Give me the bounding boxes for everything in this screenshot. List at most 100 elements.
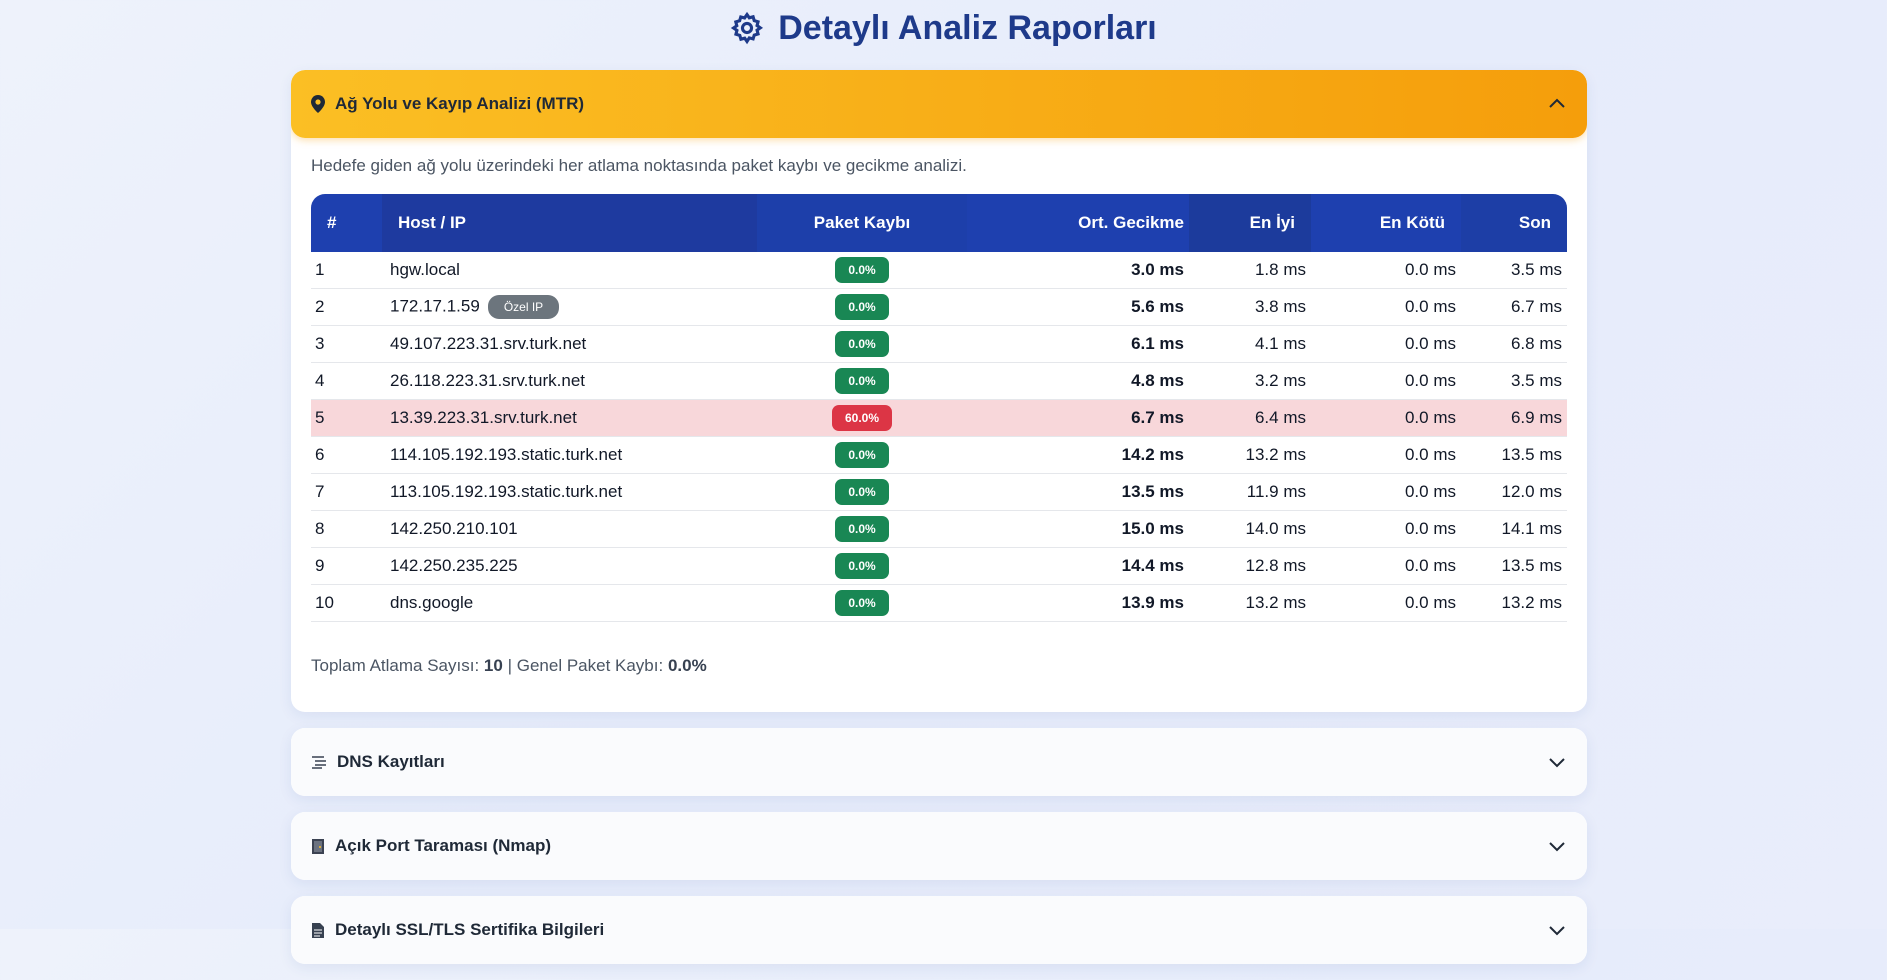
- loss-badge: 0.0%: [835, 368, 889, 394]
- hop-number: 2: [311, 289, 382, 326]
- nmap-panel-title: Açık Port Taraması (Nmap): [335, 836, 552, 855]
- hop-host: 49.107.223.31.srv.turk.net: [382, 326, 757, 363]
- column-header-worst: En Kötü: [1311, 194, 1461, 252]
- hop-last: 3.5 ms: [1461, 363, 1567, 400]
- hop-number: 1: [311, 252, 382, 289]
- hop-number: 9: [311, 548, 382, 585]
- hop-last: 3.5 ms: [1461, 252, 1567, 289]
- hop-avg: 3.0 ms: [967, 252, 1189, 289]
- loss-label: Genel Paket Kaybı:: [516, 656, 664, 675]
- ssl-panel: Detaylı SSL/TLS Sertifika Bilgileri: [291, 896, 1587, 964]
- column-header-best: En İyi: [1189, 194, 1311, 252]
- hop-avg: 6.7 ms: [967, 400, 1189, 437]
- hop-worst: 0.0 ms: [1311, 511, 1461, 548]
- page-title: Detaylı Analiz Raporları: [0, 6, 1887, 50]
- loss-badge: 0.0%: [835, 257, 889, 283]
- document-icon: [312, 922, 324, 938]
- dns-panel-header[interactable]: DNS Kayıtları: [291, 728, 1587, 796]
- mtr-panel-header[interactable]: Ağ Yolu ve Kayıp Analizi (MTR): [291, 70, 1587, 138]
- chevron-down-icon[interactable]: [1547, 752, 1567, 772]
- table-row: 1 hgw.local 0.0% 3.0 ms 1.8 ms 0.0 ms 3.…: [311, 252, 1567, 289]
- loss-badge: 0.0%: [835, 553, 889, 579]
- column-header-loss: Paket Kaybı: [757, 194, 967, 252]
- loss-badge: 0.0%: [835, 442, 889, 468]
- column-header-host: Host / IP: [382, 194, 757, 252]
- hop-worst: 0.0 ms: [1311, 548, 1461, 585]
- table-row: 3 49.107.223.31.srv.turk.net 0.0% 6.1 ms…: [311, 326, 1567, 363]
- table-row: 6 114.105.192.193.static.turk.net 0.0% 1…: [311, 437, 1567, 474]
- hop-last: 6.9 ms: [1461, 400, 1567, 437]
- loss-badge: 0.0%: [835, 516, 889, 542]
- hop-avg: 6.1 ms: [967, 326, 1189, 363]
- hop-number: 5: [311, 400, 382, 437]
- column-header-avg: Ort. Gecikme: [967, 194, 1189, 252]
- hop-number: 7: [311, 474, 382, 511]
- mtr-description: Hedefe giden ağ yolu üzerindeki her atla…: [311, 156, 967, 175]
- hop-best: 13.2 ms: [1189, 585, 1311, 622]
- nmap-panel-header[interactable]: Açık Port Taraması (Nmap): [291, 812, 1587, 880]
- mtr-panel-body: Hedefe giden ağ yolu üzerindeki her atla…: [291, 138, 1587, 712]
- hop-avg: 13.5 ms: [967, 474, 1189, 511]
- loss-badge: 0.0%: [835, 331, 889, 357]
- hops-label: Toplam Atlama Sayısı:: [311, 656, 480, 675]
- chevron-down-icon[interactable]: [1547, 836, 1567, 856]
- hop-best: 1.8 ms: [1189, 252, 1311, 289]
- hop-last: 14.1 ms: [1461, 511, 1567, 548]
- hop-worst: 0.0 ms: [1311, 252, 1461, 289]
- hop-avg: 14.2 ms: [967, 437, 1189, 474]
- hop-avg: 15.0 ms: [967, 511, 1189, 548]
- hop-last: 13.2 ms: [1461, 585, 1567, 622]
- mtr-summary: Toplam Atlama Sayısı: 10 | Genel Paket K…: [311, 656, 1567, 676]
- chevron-down-icon[interactable]: [1547, 920, 1567, 940]
- mtr-panel: Ağ Yolu ve Kayıp Analizi (MTR) Hedefe gi…: [291, 70, 1587, 712]
- hop-best: 14.0 ms: [1189, 511, 1311, 548]
- hop-last: 13.5 ms: [1461, 437, 1567, 474]
- hop-host: hgw.local: [382, 252, 757, 289]
- hop-last: 6.7 ms: [1461, 289, 1567, 326]
- hop-number: 4: [311, 363, 382, 400]
- hop-avg: 13.9 ms: [967, 585, 1189, 622]
- loss-value: 0.0%: [667, 656, 707, 675]
- hop-host: 172.17.1.59: [390, 296, 480, 316]
- dns-panel: DNS Kayıtları: [291, 728, 1587, 796]
- hop-worst: 0.0 ms: [1311, 400, 1461, 437]
- hop-number: 6: [311, 437, 382, 474]
- hop-worst: 0.0 ms: [1311, 585, 1461, 622]
- hop-host: 113.105.192.193.static.turk.net: [382, 474, 757, 511]
- hop-host: 114.105.192.193.static.turk.net: [382, 437, 757, 474]
- hop-number: 8: [311, 511, 382, 548]
- summary-separator: |: [507, 656, 512, 675]
- hop-avg: 5.6 ms: [967, 289, 1189, 326]
- hop-best: 6.4 ms: [1189, 400, 1311, 437]
- hop-best: 4.1 ms: [1189, 326, 1311, 363]
- table-row-warning: 5 13.39.223.31.srv.turk.net 60.0% 6.7 ms…: [311, 400, 1567, 437]
- loss-badge: 0.0%: [835, 294, 889, 320]
- hop-best: 12.8 ms: [1189, 548, 1311, 585]
- hop-number: 3: [311, 326, 382, 363]
- table-row: 8 142.250.210.101 0.0% 15.0 ms 14.0 ms 0…: [311, 511, 1567, 548]
- dns-panel-title: DNS Kayıtları: [337, 752, 445, 771]
- reports-container: Ağ Yolu ve Kayıp Analizi (MTR) Hedefe gi…: [291, 70, 1587, 980]
- hop-host: 26.118.223.31.srv.turk.net: [382, 363, 757, 400]
- hop-worst: 0.0 ms: [1311, 326, 1461, 363]
- hop-avg: 4.8 ms: [967, 363, 1189, 400]
- nmap-panel: Açık Port Taraması (Nmap): [291, 812, 1587, 880]
- chevron-up-icon[interactable]: [1547, 94, 1567, 114]
- list-icon: [312, 756, 326, 769]
- hop-worst: 0.0 ms: [1311, 363, 1461, 400]
- hop-number: 10: [311, 585, 382, 622]
- hop-host: dns.google: [382, 585, 757, 622]
- hop-host: 142.250.235.225: [382, 548, 757, 585]
- private-ip-tag: Özel IP: [487, 295, 560, 319]
- gear-icon: [731, 11, 764, 45]
- door-icon: [312, 838, 324, 854]
- loss-badge: 0.0%: [835, 590, 889, 616]
- hop-avg: 14.4 ms: [967, 548, 1189, 585]
- mtr-table: # Host / IP Paket Kaybı Ort. Gecikme En …: [311, 194, 1567, 622]
- loss-badge: 60.0%: [831, 405, 893, 431]
- ssl-panel-header[interactable]: Detaylı SSL/TLS Sertifika Bilgileri: [291, 896, 1587, 964]
- hop-worst: 0.0 ms: [1311, 289, 1461, 326]
- table-row: 7 113.105.192.193.static.turk.net 0.0% 1…: [311, 474, 1567, 511]
- table-row: 10 dns.google 0.0% 13.9 ms 13.2 ms 0.0 m…: [311, 585, 1567, 622]
- map-pin-icon: [311, 95, 325, 113]
